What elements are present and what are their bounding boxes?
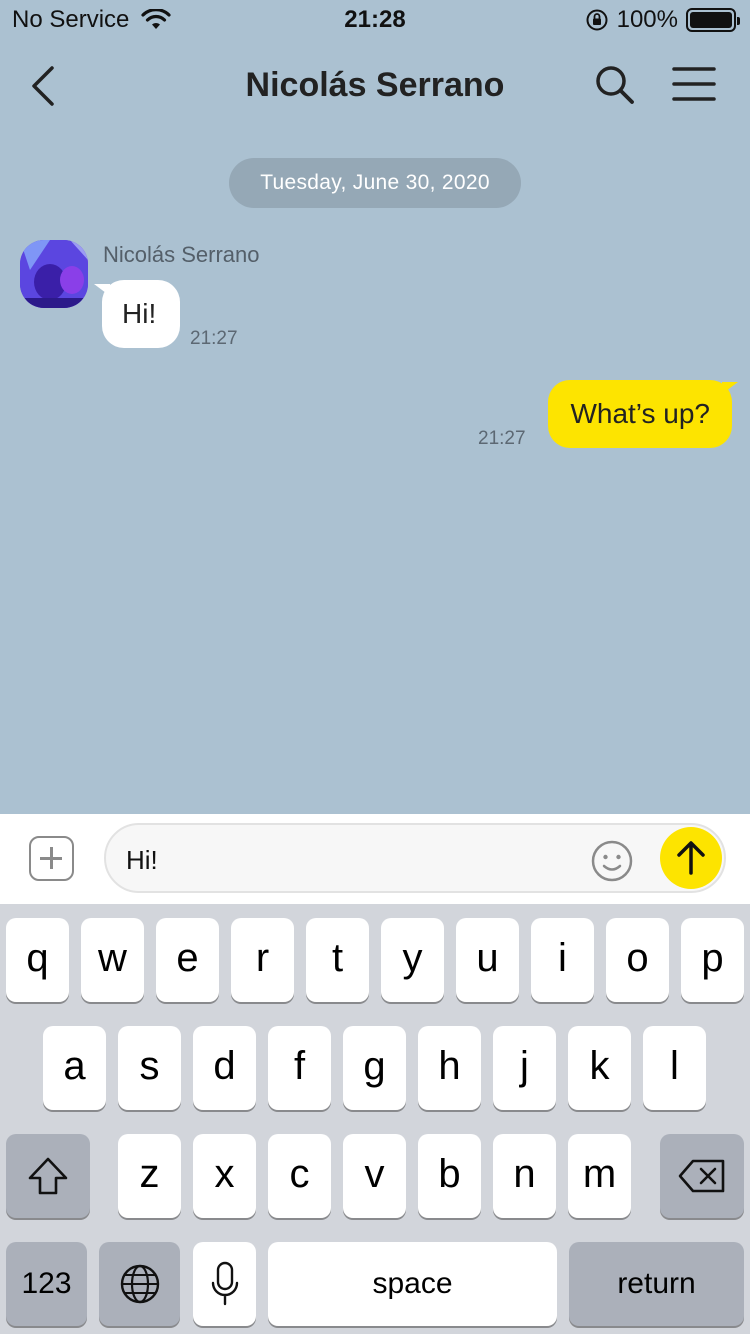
key-label: o xyxy=(626,936,649,980)
incoming-message-text: Hi! xyxy=(122,298,157,329)
globe-key[interactable] xyxy=(99,1242,180,1326)
chat-title: Nicolás Serrano xyxy=(245,66,505,104)
send-button[interactable] xyxy=(660,827,722,889)
key-label: c xyxy=(289,1152,310,1196)
key-n[interactable]: n xyxy=(493,1134,556,1218)
key-e[interactable]: e xyxy=(156,918,219,1002)
key-m[interactable]: m xyxy=(568,1134,631,1218)
key-h[interactable]: h xyxy=(418,1026,481,1110)
key-y[interactable]: y xyxy=(381,918,444,1002)
key-label: n xyxy=(513,1152,536,1196)
keyboard: 123 space return q w e r t y u i o p a s d f g h j k l z x c v… xyxy=(0,904,750,1334)
message-input[interactable]: Hi! xyxy=(104,823,726,893)
key-label: r xyxy=(255,936,270,980)
globe-icon xyxy=(120,1264,159,1304)
key-label: d xyxy=(213,1044,236,1088)
arrow-up-icon xyxy=(677,841,705,875)
key-label: q xyxy=(26,936,49,980)
backspace-key[interactable] xyxy=(660,1134,744,1218)
key-t[interactable]: t xyxy=(306,918,369,1002)
key-f[interactable]: f xyxy=(268,1026,331,1110)
key-q[interactable]: q xyxy=(6,918,69,1002)
key-u[interactable]: u xyxy=(456,918,519,1002)
key-label: h xyxy=(438,1044,461,1088)
incoming-message-time: 21:27 xyxy=(190,328,238,349)
shift-key[interactable] xyxy=(6,1134,90,1218)
key-label: k xyxy=(589,1044,610,1088)
key-j[interactable]: j xyxy=(493,1026,556,1110)
numbers-key[interactable]: 123 xyxy=(6,1242,87,1326)
key-label: v xyxy=(364,1152,385,1196)
key-label: e xyxy=(176,936,199,980)
key-b[interactable]: b xyxy=(418,1134,481,1218)
key-p[interactable]: p xyxy=(681,918,744,1002)
key-k[interactable]: k xyxy=(568,1026,631,1110)
status-right: 100% xyxy=(585,6,740,34)
plus-square-icon[interactable] xyxy=(29,836,74,881)
battery-fill xyxy=(690,12,732,28)
emoji-icon xyxy=(591,840,633,882)
key-label: m xyxy=(582,1152,617,1196)
key-label: z xyxy=(139,1152,160,1196)
numbers-key-label: 123 xyxy=(21,1267,72,1300)
key-w[interactable]: w xyxy=(81,918,144,1002)
return-key-label: return xyxy=(617,1267,696,1300)
key-z[interactable]: z xyxy=(118,1134,181,1218)
shift-icon xyxy=(28,1157,68,1195)
microphone-icon xyxy=(211,1261,238,1306)
chat-header: Nicolás Serrano xyxy=(0,48,750,124)
outgoing-message-time: 21:27 xyxy=(478,428,526,449)
key-s[interactable]: s xyxy=(118,1026,181,1110)
key-l[interactable]: l xyxy=(643,1026,706,1110)
outgoing-message-text: What’s up? xyxy=(570,398,710,429)
battery-icon xyxy=(686,8,740,32)
key-label: a xyxy=(63,1044,86,1088)
key-v[interactable]: v xyxy=(343,1134,406,1218)
key-label: f xyxy=(293,1044,306,1088)
key-d[interactable]: d xyxy=(193,1026,256,1110)
key-label: x xyxy=(214,1152,235,1196)
outgoing-message-bubble[interactable]: What’s up? xyxy=(548,380,732,448)
avatar-photo xyxy=(20,240,88,308)
avatar[interactable] xyxy=(20,240,88,308)
space-key[interactable]: space xyxy=(268,1242,557,1326)
composer-bar: Hi! xyxy=(0,814,750,904)
key-g[interactable]: g xyxy=(343,1026,406,1110)
key-label: w xyxy=(98,936,127,980)
emoji-button[interactable] xyxy=(590,839,634,883)
status-bar: No Service 21:28 100% xyxy=(0,0,750,40)
key-label: t xyxy=(331,936,344,980)
key-label: i xyxy=(558,936,567,980)
key-label: l xyxy=(670,1044,679,1088)
key-label: b xyxy=(438,1152,461,1196)
key-r[interactable]: r xyxy=(231,918,294,1002)
sender-name: Nicolás Serrano xyxy=(103,242,260,267)
incoming-message-bubble[interactable]: Hi! xyxy=(102,280,180,348)
microphone-key[interactable] xyxy=(193,1242,256,1326)
space-key-label: space xyxy=(372,1267,453,1300)
key-x[interactable]: x xyxy=(193,1134,256,1218)
key-label: g xyxy=(363,1044,386,1088)
battery-percent: 100% xyxy=(616,6,678,33)
key-i[interactable]: i xyxy=(531,918,594,1002)
battery-cap xyxy=(737,17,740,25)
hamburger-menu-icon xyxy=(672,67,716,101)
orientation-lock-icon xyxy=(586,9,608,31)
key-label: p xyxy=(701,936,724,980)
return-key[interactable]: return xyxy=(569,1242,744,1326)
key-label: j xyxy=(520,1044,529,1088)
key-label: s xyxy=(139,1044,160,1088)
message-input-value: Hi! xyxy=(126,845,158,875)
key-label: u xyxy=(476,936,499,980)
key-label: y xyxy=(402,936,423,980)
key-c[interactable]: c xyxy=(268,1134,331,1218)
key-a[interactable]: a xyxy=(43,1026,106,1110)
key-o[interactable]: o xyxy=(606,918,669,1002)
search-icon xyxy=(596,66,634,104)
backspace-icon xyxy=(678,1159,725,1193)
menu-button[interactable] xyxy=(672,66,716,102)
date-divider: Tuesday, June 30, 2020 xyxy=(229,158,521,208)
search-button[interactable] xyxy=(594,64,636,106)
